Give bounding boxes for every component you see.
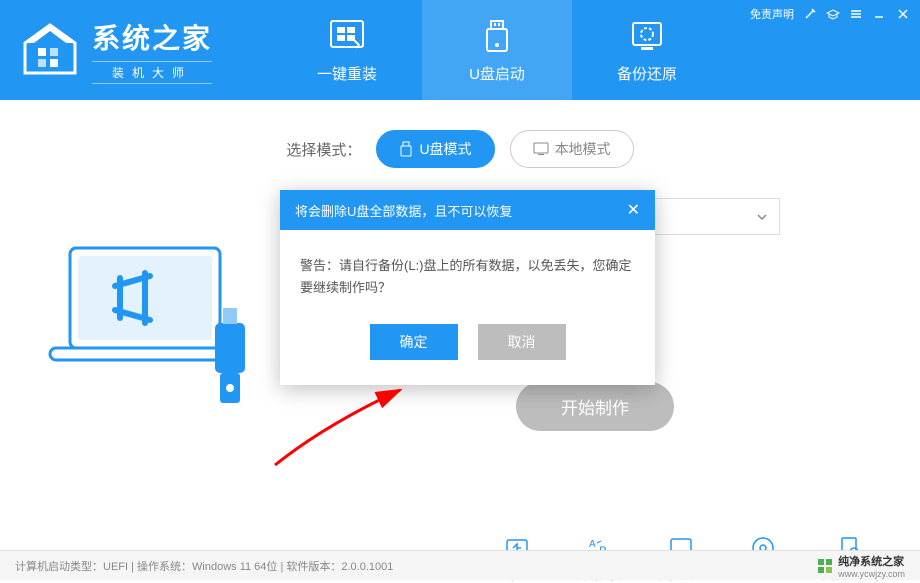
brand-logo-icon	[817, 558, 833, 574]
chevron-down-icon	[757, 214, 767, 220]
dialog-header: 将会删除U盘全部数据，且不可以恢复 ✕	[280, 190, 655, 230]
usb-mode-button[interactable]: U盘模式	[376, 130, 494, 168]
app-header: 系统之家 装机大师 一键重装 U盘启动 备份还原 免责声明	[0, 0, 920, 100]
logo-icon	[20, 23, 80, 78]
dialog-title: 将会删除U盘全部数据，且不可以恢复	[295, 201, 512, 220]
tab-label: 一键重装	[317, 63, 377, 84]
tab-reinstall[interactable]: 一键重装	[272, 0, 422, 100]
logo-area: 系统之家 装机大师	[20, 17, 212, 84]
reinstall-icon	[327, 17, 367, 55]
usb-small-icon	[399, 141, 413, 157]
dialog-close-button[interactable]: ✕	[627, 200, 640, 220]
disclaimer-link[interactable]: 免责声明	[750, 6, 794, 22]
minimize-button[interactable]	[872, 7, 886, 21]
system-info: 计算机启动类型：UEFI | 操作系统：Windows 11 64位 | 软件版…	[15, 558, 393, 574]
mode-btn-label: U盘模式	[419, 139, 471, 159]
tab-label: 备份还原	[617, 63, 677, 84]
dialog-body: 警告：请自行备份(L:)盘上的所有数据，以免丢失，您确定要继续制作吗？	[280, 230, 655, 324]
local-mode-button[interactable]: 本地模式	[510, 130, 634, 168]
hat-icon[interactable]	[826, 8, 840, 20]
confirm-button[interactable]: 确定	[370, 324, 458, 360]
confirm-dialog: 将会删除U盘全部数据，且不可以恢复 ✕ 警告：请自行备份(L:)盘上的所有数据，…	[280, 190, 655, 385]
mode-btn-label: 本地模式	[555, 139, 611, 159]
dialog-footer: 确定 取消	[280, 324, 655, 385]
backup-icon	[627, 17, 667, 55]
start-make-button[interactable]: 开始制作	[516, 382, 674, 431]
svg-text:A: A	[589, 539, 596, 550]
mode-label: 选择模式：	[286, 139, 361, 160]
logo-subtitle: 装机大师	[92, 61, 212, 84]
monitor-small-icon	[533, 142, 549, 156]
titlebar-controls: 免责声明	[750, 6, 910, 22]
footer-brand[interactable]: 纯净系统之家 www.ycwjzy.com	[817, 553, 905, 579]
mode-selector: 选择模式： U盘模式 本地模式	[40, 130, 880, 168]
menu-icon[interactable]	[850, 8, 862, 20]
laptop-usb-illustration	[40, 218, 270, 418]
tab-usb-boot[interactable]: U盘启动	[422, 0, 572, 100]
usb-icon	[477, 17, 517, 55]
close-button[interactable]	[896, 7, 910, 21]
edit-icon[interactable]	[804, 8, 816, 20]
brand-url: www.ycwjzy.com	[838, 569, 905, 579]
nav-tabs: 一键重装 U盘启动 备份还原	[272, 0, 722, 100]
logo-title: 系统之家	[92, 17, 212, 57]
status-bar: 计算机启动类型：UEFI | 操作系统：Windows 11 64位 | 软件版…	[0, 550, 920, 580]
cancel-button[interactable]: 取消	[478, 324, 566, 360]
tab-backup-restore[interactable]: 备份还原	[572, 0, 722, 100]
tab-label: U盘启动	[469, 63, 525, 84]
brand-name: 纯净系统之家	[838, 553, 905, 569]
